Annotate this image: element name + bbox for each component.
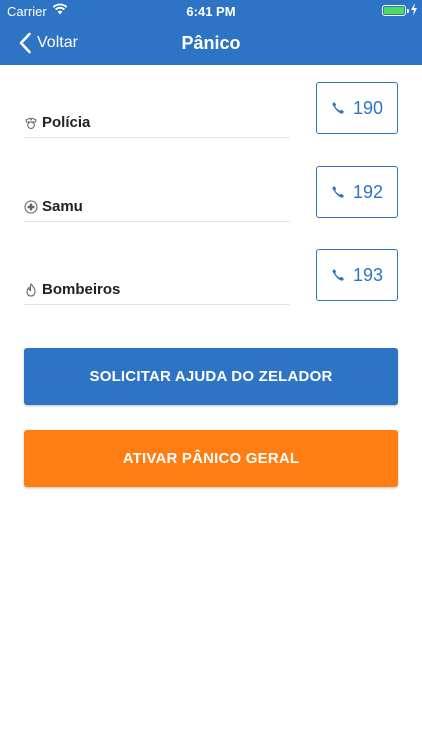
phone-icon	[332, 102, 344, 114]
status-bar: Carrier 6:41 PM	[0, 0, 422, 22]
page-title: Pânico	[181, 33, 241, 53]
contact-row-firefighters: Bombeiros 193	[24, 249, 398, 317]
contact-row-police: Polícia 190	[24, 82, 398, 150]
contact-label-samu: Samu	[24, 182, 290, 222]
firefighters-number: 193	[352, 264, 384, 285]
phone-icon	[332, 186, 344, 198]
battery-level	[384, 7, 404, 14]
charging-bolt-icon	[411, 3, 417, 16]
battery-tip	[407, 9, 409, 13]
flame-icon	[26, 283, 36, 297]
request-caretaker-help-button[interactable]: SOLICITAR AJUDA DO ZELADOR	[24, 348, 398, 405]
top-bar: Carrier 6:41 PM Voltar Pânico	[0, 0, 422, 65]
activate-general-panic-button[interactable]: ATIVAR PÂNICO GERAL	[24, 430, 398, 487]
contact-name: Polícia	[42, 114, 91, 131]
call-police-button[interactable]: 190	[316, 82, 398, 134]
status-time: 6:41 PM	[186, 4, 236, 19]
samu-number: 192	[352, 181, 384, 202]
contact-name: Samu	[42, 198, 83, 215]
call-firefighters-button[interactable]: 193	[316, 249, 398, 301]
battery-icon	[382, 5, 409, 16]
contact-label-firefighters: Bombeiros	[24, 265, 290, 305]
contact-name: Bombeiros	[42, 281, 121, 298]
police-number: 190	[352, 97, 384, 118]
call-samu-button[interactable]: 192	[316, 166, 398, 218]
contact-label-police: Polícia	[24, 98, 290, 138]
phone-icon	[332, 269, 344, 281]
medical-cross-icon	[24, 200, 38, 214]
contact-row-samu: Samu 192	[24, 166, 398, 234]
navigation-bar: Voltar Pânico	[0, 22, 422, 65]
police-icon	[25, 117, 37, 130]
